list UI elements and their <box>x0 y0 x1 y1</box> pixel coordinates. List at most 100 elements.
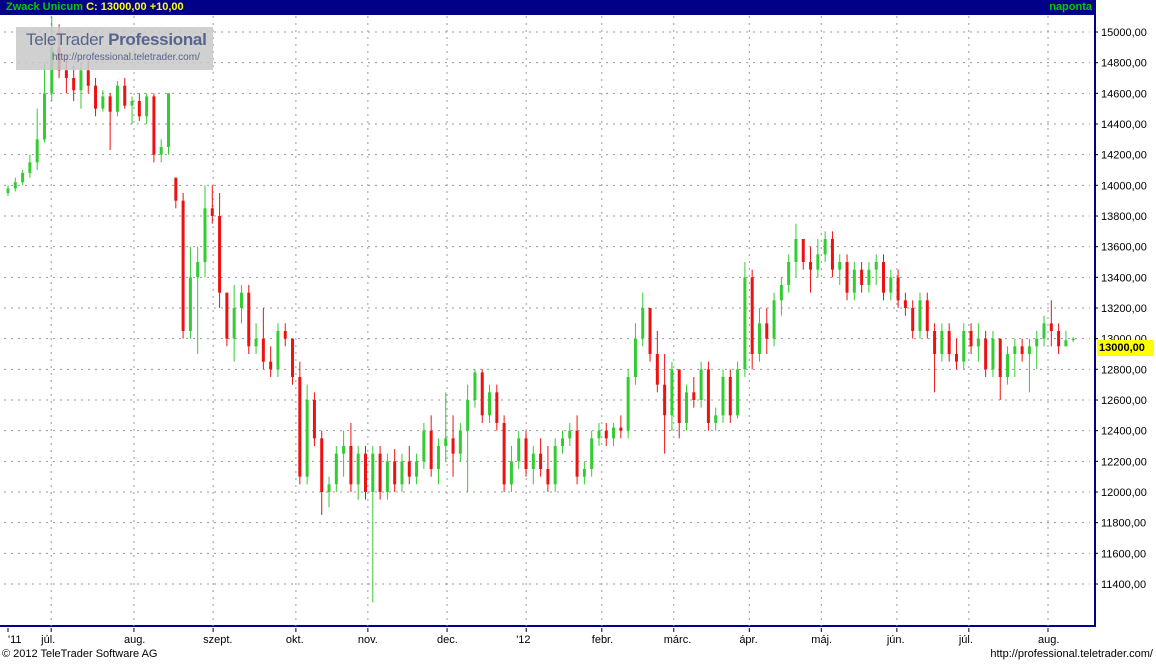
y-tick-label: 15000,00 <box>1101 27 1147 39</box>
candle-body <box>342 446 346 454</box>
candle <box>714 407 718 431</box>
candle-body <box>174 177 178 201</box>
candle <box>962 323 966 370</box>
candle <box>488 384 492 423</box>
candle <box>152 93 156 163</box>
candle <box>539 438 543 477</box>
candle-body <box>225 292 229 339</box>
candle-body <box>976 338 980 347</box>
candle <box>706 361 710 431</box>
candle-body <box>473 372 477 400</box>
candlestick-chart[interactable]: 15000,00 14800,00 14600,00 14400,00 14200,00… <box>0 0 1156 664</box>
candle-body <box>466 400 470 431</box>
candle-body <box>64 70 68 78</box>
candle <box>1042 315 1046 347</box>
candle-body <box>94 85 98 109</box>
candle <box>823 231 827 262</box>
candle <box>342 430 346 477</box>
candle-body <box>524 438 528 469</box>
candle <box>889 269 893 301</box>
candle-body <box>553 446 557 485</box>
candle <box>801 239 805 270</box>
candle <box>21 170 25 186</box>
y-tick-label: 12200,00 <box>1101 456 1147 468</box>
candle-body <box>363 453 367 492</box>
y-tick-label: 12600,00 <box>1101 395 1147 407</box>
candle <box>35 108 39 170</box>
candle <box>167 93 171 155</box>
candle <box>218 193 222 308</box>
candle <box>181 193 185 339</box>
candle <box>94 78 98 117</box>
candle <box>145 93 149 124</box>
candle <box>757 308 761 362</box>
candle <box>685 384 689 431</box>
candle-body <box>641 308 645 339</box>
candle-body <box>123 85 127 106</box>
candle <box>1006 346 1010 385</box>
candle-body <box>699 369 703 400</box>
candle-body <box>1020 346 1024 354</box>
candle-body <box>334 453 338 485</box>
candle-body <box>882 262 886 293</box>
site-link[interactable]: http://professional.teletrader.com/ <box>990 648 1153 660</box>
candle <box>633 323 637 385</box>
candle-body <box>159 147 163 155</box>
candle-body <box>794 239 798 262</box>
candle <box>750 269 754 370</box>
candle-body <box>823 239 827 255</box>
candle-body <box>1049 323 1053 331</box>
candle <box>838 254 842 285</box>
candle <box>655 331 659 393</box>
candle-body <box>612 427 616 439</box>
y-tick-label: 14800,00 <box>1101 58 1147 70</box>
y-tick-label: 14200,00 <box>1101 150 1147 162</box>
candle <box>385 453 389 500</box>
candle-body <box>86 70 90 86</box>
candle-body <box>436 446 440 469</box>
candle <box>239 285 243 324</box>
candle-body <box>458 430 462 454</box>
candle <box>765 308 769 354</box>
candle <box>619 415 623 439</box>
candle-body <box>35 139 39 163</box>
candle <box>677 369 681 439</box>
candle-body <box>896 277 900 301</box>
candle <box>648 308 652 362</box>
candle <box>247 285 251 354</box>
candle-body <box>962 331 966 362</box>
candle <box>641 292 645 347</box>
candle-body <box>517 438 521 462</box>
candle-body <box>79 70 83 91</box>
candle <box>291 338 295 385</box>
candle <box>560 430 564 454</box>
candle <box>1049 300 1053 347</box>
candle-body <box>371 453 375 492</box>
candle <box>159 139 163 163</box>
candle <box>721 369 725 423</box>
candle-body <box>560 438 564 446</box>
y-tick-label: 11800,00 <box>1101 518 1146 530</box>
candle <box>429 415 433 477</box>
x-tick-label: szept. <box>203 634 232 646</box>
candle-body <box>867 269 871 285</box>
candle <box>225 292 229 347</box>
candle-body <box>546 469 550 485</box>
candle-body <box>1042 323 1046 339</box>
candle-body <box>502 423 506 485</box>
candle <box>1064 331 1068 347</box>
y-tick-label: 13200,00 <box>1101 303 1147 315</box>
candle-body <box>422 430 426 462</box>
candle-body <box>947 331 951 354</box>
candle-body <box>444 438 448 446</box>
last-price-tag: 13000,00 <box>1097 340 1154 356</box>
candle-body <box>845 262 849 293</box>
candle <box>378 446 382 500</box>
candle <box>852 262 856 301</box>
candle-body <box>706 369 710 423</box>
candle <box>269 346 273 377</box>
candle <box>809 246 813 293</box>
candle-body <box>1064 340 1068 347</box>
candle <box>451 415 455 477</box>
candle-body <box>1057 331 1061 347</box>
